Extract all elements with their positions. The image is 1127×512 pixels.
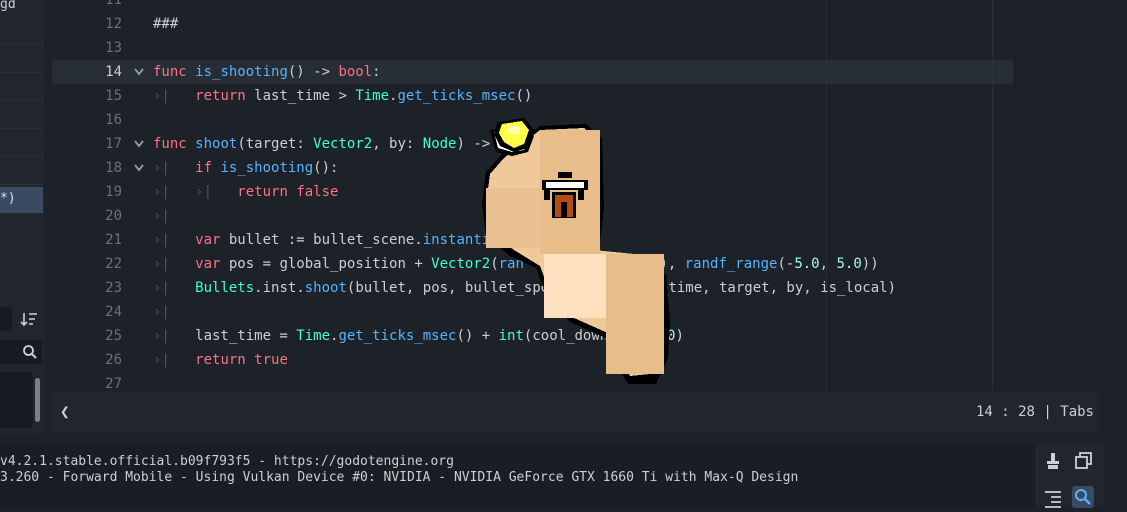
sidebar-item[interactable] <box>0 132 42 157</box>
fold-arrow-icon[interactable] <box>134 164 144 172</box>
line-number: 19 <box>105 184 122 200</box>
filter-search-button[interactable] <box>1072 486 1094 508</box>
chevron-left-icon[interactable]: ❮ <box>60 402 70 421</box>
code-line[interactable]: func shoot(target: Vector2, by: Node) -> <box>153 132 490 156</box>
line-number: 23 <box>105 280 122 296</box>
search-field[interactable] <box>0 340 42 364</box>
gutter-line: 12 <box>52 12 122 36</box>
line-number: 13 <box>105 40 122 56</box>
fold-arrow-icon[interactable] <box>134 140 144 148</box>
gutter-line: 16 <box>52 108 122 132</box>
sidebar-item-label: *) <box>0 191 16 206</box>
gutter-line: 22 <box>52 252 122 276</box>
gutter-line: 27 <box>52 372 122 390</box>
code-line[interactable]: ›| var bullet := bullet_scene.instantia <box>153 228 499 252</box>
code-line[interactable]: ›| <box>153 300 170 324</box>
fold-arrow-icon[interactable] <box>134 68 144 76</box>
sidebar-item-active[interactable]: *) <box>0 187 43 213</box>
line-number: 14 <box>105 64 122 80</box>
code-line[interactable]: ›| if is_shooting(): <box>153 156 338 180</box>
code-line-tail[interactable]: 0), randf_range(-5.0, 5.0)) <box>651 252 879 276</box>
code-line[interactable]: ›| <box>153 204 170 228</box>
sidebar-item[interactable] <box>0 104 42 129</box>
gutter-line: 18 <box>52 156 144 180</box>
gutter-line: 21 <box>52 228 122 252</box>
search-icon <box>1075 489 1091 505</box>
clear-output-icon[interactable] <box>1042 450 1064 472</box>
output-line: v4.2.1.stable.official.b09f793f5 - https… <box>0 454 454 469</box>
line-number: 18 <box>105 160 122 176</box>
output-line: 3.260 - Forward Mobile - Using Vulkan De… <box>0 470 799 485</box>
gutter-line: 17 <box>52 132 144 156</box>
line-length-guide <box>992 0 993 390</box>
gutter-line: 15 <box>52 84 122 108</box>
line-number: 26 <box>105 352 122 368</box>
line-number: 11 <box>105 0 122 8</box>
line-length-guide <box>826 0 827 390</box>
code-line-tail[interactable]: _time, target, by, is_local) <box>660 276 896 300</box>
sort-icon[interactable] <box>20 310 38 328</box>
sidebar-scrollbar[interactable] <box>35 378 40 422</box>
code-line[interactable]: ›| return last_time > Time.get_ticks_mse… <box>153 84 532 108</box>
sidebar-top-label: gd <box>0 0 16 12</box>
output-panel: v4.2.1.stable.official.b09f793f5 - https… <box>0 446 1035 507</box>
method-list[interactable] <box>0 372 33 428</box>
sidebar-item[interactable] <box>0 76 42 101</box>
line-number: 27 <box>105 376 122 390</box>
sidebar-item[interactable] <box>0 160 42 185</box>
line-number: 24 <box>105 304 122 320</box>
gutter-line: 26 <box>52 348 122 372</box>
cursor-position: 14 : 28 | Tabs <box>975 404 1094 420</box>
line-number: 25 <box>105 328 122 344</box>
gutter-line: 23 <box>52 276 122 300</box>
line-number: 16 <box>105 112 122 128</box>
gutter-line: 19 <box>52 180 122 204</box>
editor-status-bar: ❮ 14 : 28 | Tabs <box>52 392 1099 432</box>
line-number: 20 <box>105 208 122 224</box>
sidebar-item[interactable] <box>0 48 42 73</box>
output-toolbar <box>1035 444 1105 508</box>
line-number: 17 <box>105 136 122 152</box>
code-line[interactable]: ›| var pos = global_position + Vector2(r… <box>153 252 524 276</box>
gutter-line: 24 <box>52 300 122 324</box>
filter-input[interactable] <box>0 307 12 331</box>
line-number: 12 <box>105 16 122 32</box>
search-icon[interactable] <box>22 344 38 360</box>
line-number: 21 <box>105 232 122 248</box>
pixel-creature-sprite <box>482 118 670 384</box>
gutter-line: 13 <box>52 36 122 60</box>
code-line[interactable]: func is_shooting() -> bool: <box>153 60 381 84</box>
copy-icon[interactable] <box>1073 450 1095 472</box>
line-number: 22 <box>105 256 122 272</box>
code-line[interactable]: ›| ›| return false <box>153 180 338 204</box>
gutter-line: 20 <box>52 204 122 228</box>
gutter-line: 25 <box>52 324 122 348</box>
code-line[interactable]: ›| return true <box>153 348 288 372</box>
line-number: 15 <box>105 88 122 104</box>
code-line[interactable]: ### <box>153 12 178 36</box>
gutter-line: 14 <box>52 60 144 84</box>
gutter-line: 11 <box>52 0 122 12</box>
sidebar-item[interactable] <box>0 20 42 45</box>
file-sidebar: gd *) <box>0 0 44 435</box>
